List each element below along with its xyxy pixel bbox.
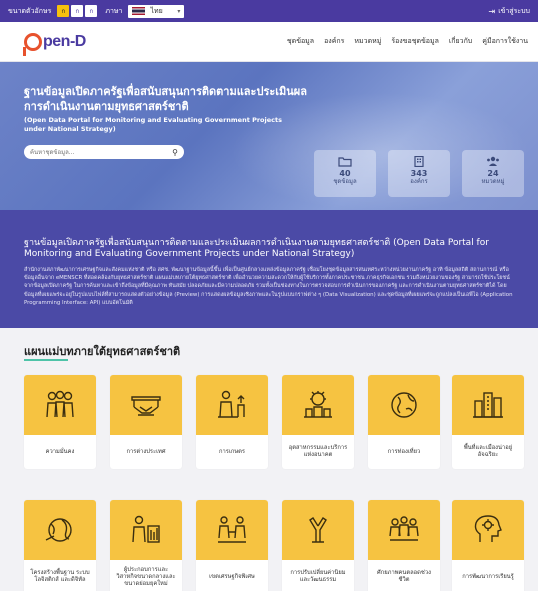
search-input[interactable] <box>30 148 160 156</box>
language-select[interactable]: ไทย ▾ <box>128 4 185 18</box>
stat-datasets[interactable]: 40 ชุดข้อมูล <box>314 150 376 197</box>
strategy-card-smart-city[interactable]: พื้นที่และเมืองน่าอยู่อัจฉริยะ <box>452 375 524 469</box>
main-navigation: pen-D ชุดข้อมูล องค์กร หมวดหมู่ ร้องขอชุ… <box>0 22 538 62</box>
building-icon <box>414 156 424 167</box>
nav-item-request-data[interactable]: ร้องขอชุดข้อมูล <box>391 36 439 47</box>
life-potential-icon <box>389 516 419 541</box>
strategy-title: แผนแม่บทภายใต้ยุทธศาสตร์ชาติ <box>24 345 181 358</box>
hero-title: ฐานข้อมูลเปิดภาครัฐเพื่อสนับสนุนการติดตา… <box>24 85 307 113</box>
open-d-logo[interactable]: pen-D <box>23 32 86 56</box>
card-label: การพัฒนาการเรียนรู้ <box>462 573 514 580</box>
strategy-card-infrastructure[interactable]: โครงสร้างพื้นฐาน ระบบโลจิสติกส์ และดิจิท… <box>24 500 96 591</box>
title-underline <box>24 359 68 361</box>
login-link[interactable]: ⇥ เข้าสู่ระบบ <box>489 6 531 17</box>
nav-item-manual[interactable]: คู่มือการใช้งาน <box>482 36 528 47</box>
industry-icon <box>304 391 332 418</box>
font-size-small-button[interactable]: ก <box>57 5 70 17</box>
language-label: ภาษา <box>105 6 123 15</box>
card-label: การต่างประเทศ <box>126 448 166 455</box>
special-economic-zone-icon <box>218 516 246 543</box>
about-description: สำนักงานสภาพัฒนาการเศรษฐกิจและสังคมแห่งช… <box>24 267 513 306</box>
learning-icon <box>474 515 502 542</box>
about-section: ฐานข้อมูลเปิดภาครัฐเพื่อสนับสนุนการติดตา… <box>0 210 538 328</box>
strategy-card-agriculture[interactable]: การเกษตร <box>196 375 268 469</box>
nav-menu: ชุดข้อมูล องค์กร หมวดหมู่ ร้องขอชุดข้อมู… <box>287 36 528 47</box>
city-icon <box>473 392 503 418</box>
logo-mark-icon <box>23 32 42 56</box>
users-icon <box>487 156 499 166</box>
font-size-label: ขนาดตัวอักษร <box>8 6 52 15</box>
stat-organizations[interactable]: 343 องค์กร <box>388 150 450 197</box>
stat-categories[interactable]: 24 หมวดหมู่ <box>462 150 524 197</box>
nav-item-categories[interactable]: หมวดหมู่ <box>354 36 381 47</box>
hero-subtitle: (Open Data Portal for Monitoring and Eva… <box>24 116 282 133</box>
strategy-card-learning[interactable]: การพัฒนาการเรียนรู้ <box>452 500 524 591</box>
card-label: ผู้ประกอบการและวิสาหกิจขนาดกลางและขนาดย่… <box>116 566 176 587</box>
logo-text: pen-D <box>43 32 86 50</box>
search-box: ⚲ <box>24 145 184 159</box>
strategy-card-foreign-affairs[interactable]: การต่างประเทศ <box>110 375 182 469</box>
tourism-icon <box>391 392 417 418</box>
card-label: ศักยภาพคนตลอดช่วงชีวิต <box>377 570 431 583</box>
strategy-card-industry[interactable]: อุตสาหกรรมและบริการแห่งอนาคต <box>282 375 354 469</box>
login-label: เข้าสู่ระบบ <box>498 6 530 15</box>
handshake-icon <box>131 396 161 416</box>
stat-value: 343 <box>410 169 428 178</box>
nav-item-organizations[interactable]: องค์กร <box>324 36 344 47</box>
hero-banner: ฐานข้อมูลเปิดภาครัฐเพื่อสนับสนุนการติดตา… <box>0 62 538 210</box>
stat-value: 24 <box>487 169 499 178</box>
card-label: อุตสาหกรรมและบริการแห่งอนาคต <box>288 445 348 458</box>
folder-icon <box>338 157 352 167</box>
search-icon[interactable]: ⚲ <box>172 148 178 157</box>
strategy-card-security[interactable]: ความมั่นคง <box>24 375 96 469</box>
nav-item-datasets[interactable]: ชุดข้อมูล <box>287 36 314 47</box>
strategy-card-sme[interactable]: ผู้ประกอบการและวิสาหกิจขนาดกลางและขนาดย่… <box>110 500 182 591</box>
login-icon: ⇥ <box>488 6 496 16</box>
strategy-card-life-potential[interactable]: ศักยภาพคนตลอดช่วงชีวิต <box>368 500 440 591</box>
card-label: การปรับเปลี่ยนค่านิยมและวัฒนธรรม <box>290 570 346 583</box>
stat-label: ชุดข้อมูล <box>333 178 357 185</box>
culture-icon <box>309 517 327 543</box>
sme-icon <box>132 515 160 543</box>
font-size-medium-button[interactable]: ก <box>71 5 84 17</box>
strategy-card-culture[interactable]: การปรับเปลี่ยนค่านิยมและวัฒนธรรม <box>282 500 354 591</box>
card-label: พื้นที่และเมืองน่าอยู่อัจฉริยะ <box>463 445 513 458</box>
about-title: ฐานข้อมูลเปิดภาครัฐเพื่อสนับสนุนการติดตา… <box>24 238 489 259</box>
card-label: ความมั่นคง <box>45 448 75 455</box>
thai-flag-icon <box>132 7 146 15</box>
language-value: ไทย <box>150 6 163 15</box>
card-label: การเกษตร <box>218 448 246 455</box>
stat-value: 40 <box>339 169 351 178</box>
card-label: โครงสร้างพื้นฐาน ระบบโลจิสติกส์ และดิจิท… <box>30 570 90 583</box>
top-utility-bar: ขนาดตัวอักษร ก ก ก ภาษา ไทย ▾ ⇥ เข้าสู่ร… <box>0 0 538 22</box>
card-label: เขตเศรษฐกิจพิเศษ <box>209 573 255 580</box>
strategy-section: แผนแม่บทภายใต้ยุทธศาสตร์ชาติ ความมั่นคง … <box>0 328 538 591</box>
font-size-large-button[interactable]: ก <box>85 5 98 17</box>
strategy-card-tourism[interactable]: การท่องเที่ยว <box>368 375 440 469</box>
card-label: การท่องเที่ยว <box>387 448 421 455</box>
chevron-down-icon: ▾ <box>177 7 181 15</box>
nav-item-about[interactable]: เกี่ยวกับ <box>449 36 472 47</box>
strategy-card-special-economic-zone[interactable]: เขตเศรษฐกิจพิเศษ <box>196 500 268 591</box>
agriculture-icon <box>218 390 245 418</box>
infrastructure-icon <box>45 518 72 542</box>
stat-label: หมวดหมู่ <box>481 178 505 185</box>
stat-label: องค์กร <box>410 178 428 185</box>
security-icon <box>46 390 74 418</box>
